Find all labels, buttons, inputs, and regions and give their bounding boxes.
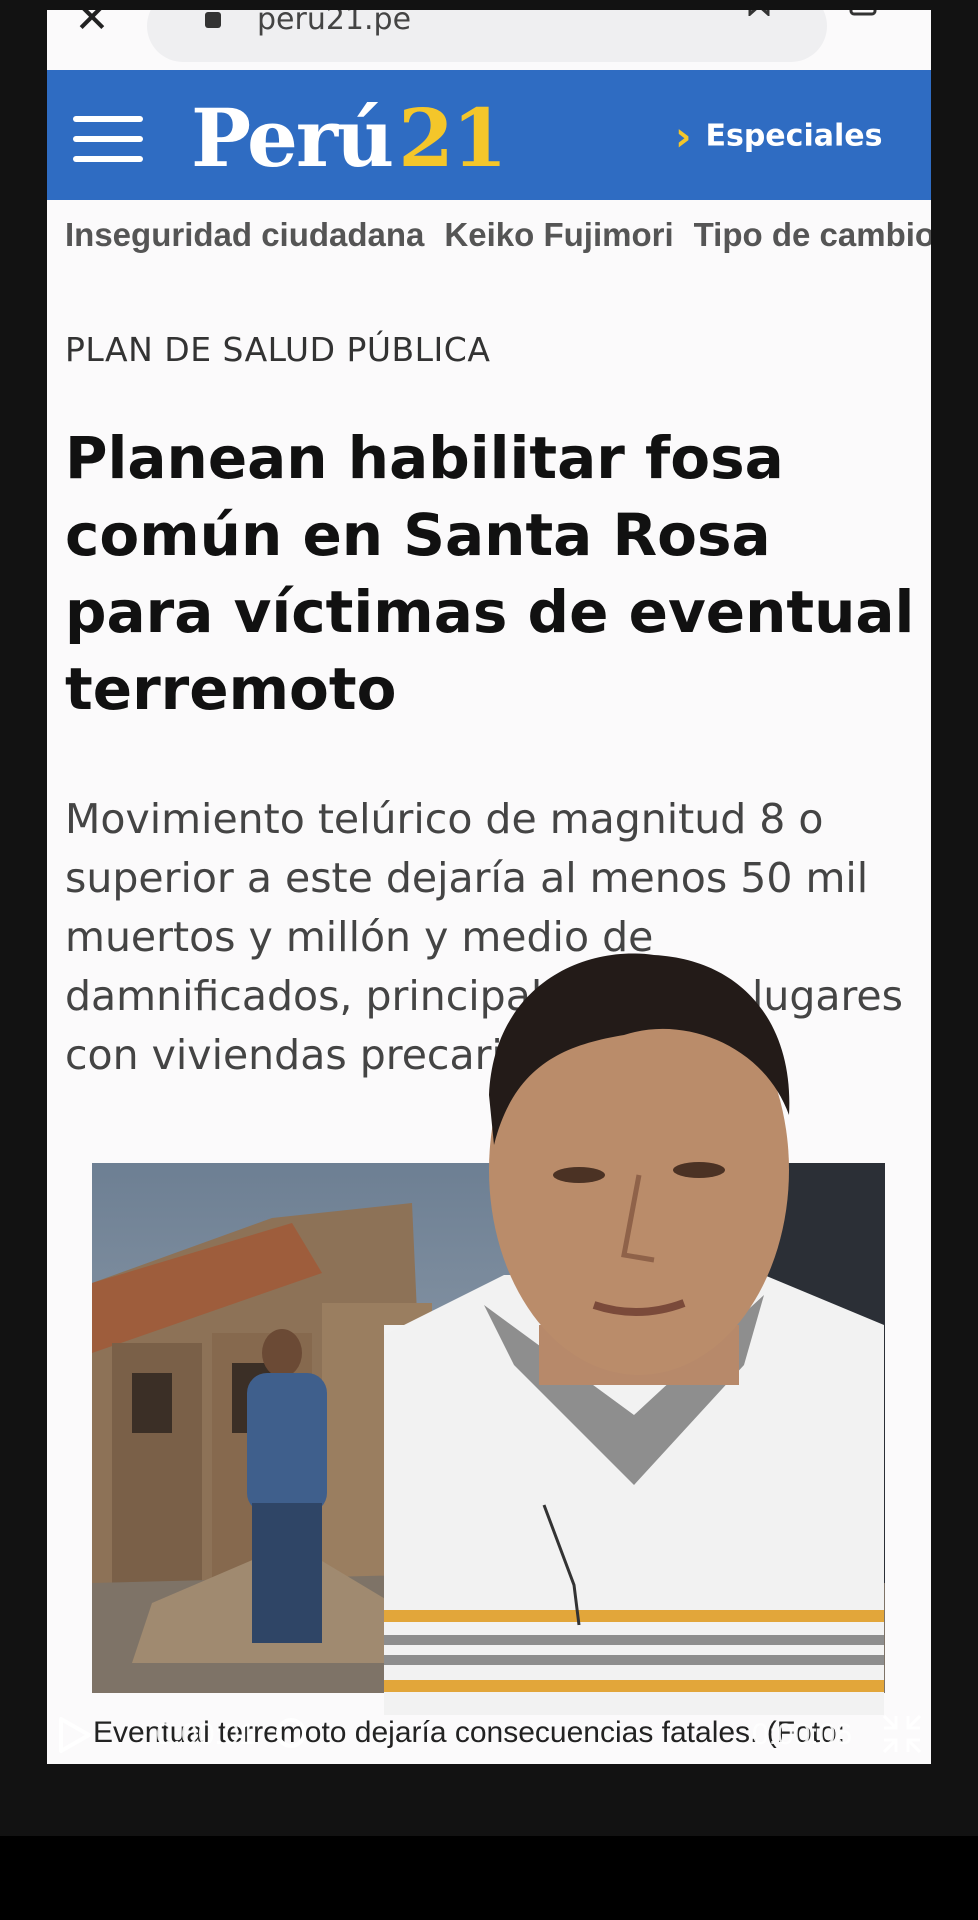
url-text: peru21.pe [257,10,412,37]
logo-text-21: 21 [398,91,507,185]
especiales-link[interactable]: › Especiales [675,114,883,160]
topic-link[interactable]: Tipo de cambio [694,216,931,253]
total-time: 0:00:06 [752,1718,853,1751]
close-icon[interactable]: ✕ [69,10,115,44]
webcam-overlay-person [384,953,884,1715]
topic-nav: Inseguridad ciudadana Keiko Fujimori Tipo … [65,216,931,254]
play-icon[interactable] [58,1716,92,1754]
scrubber-handle[interactable] [276,1718,306,1748]
topic-link[interactable]: Inseguridad ciudadana [65,216,424,253]
share-icon[interactable] [849,10,877,16]
hamburger-menu-icon[interactable] [73,116,143,162]
chevron-right-icon: › [675,114,692,160]
logo-text-peru: Perú [191,91,394,185]
site-header: Perú21 › Especiales [47,70,931,200]
article-kicker[interactable]: PLAN DE SALUD PÚBLICA [65,330,490,369]
topic-link[interactable]: Keiko Fujimori [444,216,673,253]
lock-icon [205,12,221,28]
bottom-black-bar [0,1836,978,1920]
article-headline: Planean habilitar fosa común en Santa Ro… [65,424,915,723]
site-logo[interactable]: Perú21 [191,88,508,188]
exit-fullscreen-icon[interactable] [880,1712,924,1756]
current-time: 0:00:01 [156,1718,257,1751]
bookmark-icon[interactable] [747,10,771,16]
browser-toolbar: ✕ peru21.pe [47,10,931,70]
address-bar[interactable]: peru21.pe [147,10,877,62]
especiales-label: Especiales [705,118,883,154]
